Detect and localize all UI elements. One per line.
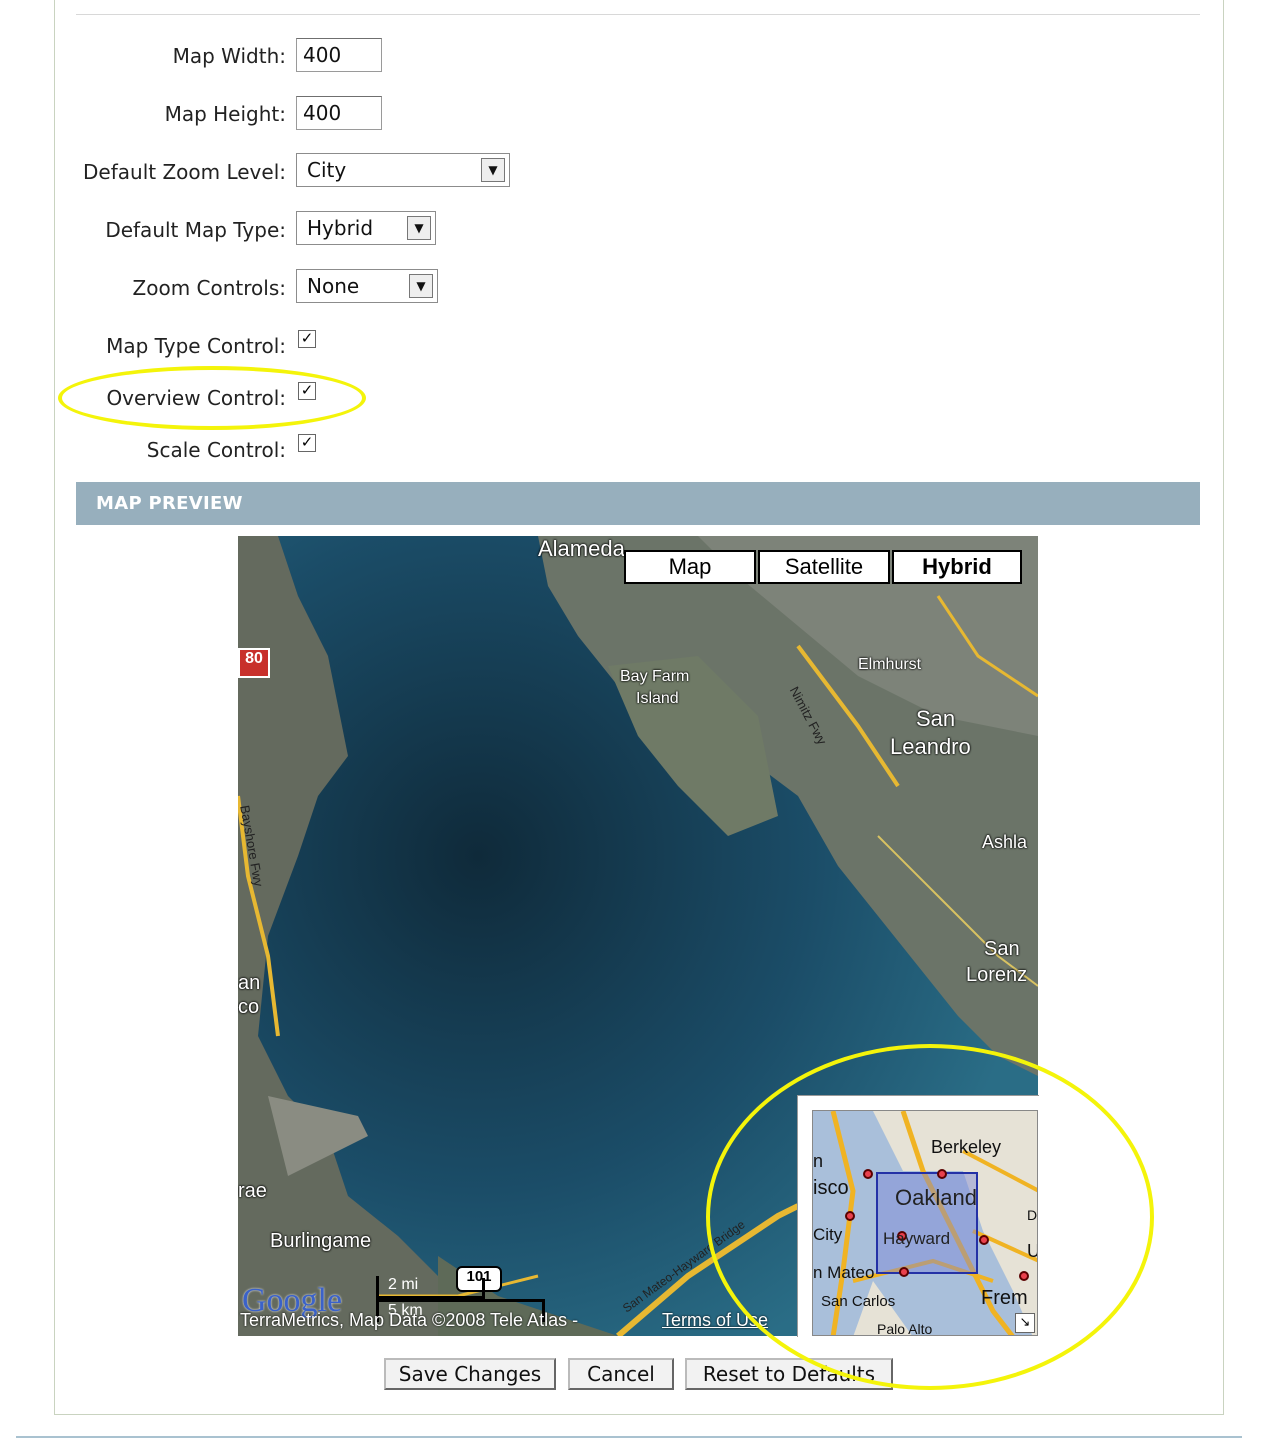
map-label-san-lorenzo-2: Lorenz bbox=[966, 964, 1028, 986]
map-label-ashland: Ashla bbox=[982, 832, 1028, 852]
overview-label-palo-alto: Palo Alto bbox=[877, 1321, 933, 1336]
overview-label-hayward: Hayward bbox=[883, 1229, 951, 1248]
zoom-level-select[interactable]: City ▼ bbox=[296, 153, 510, 187]
chevron-down-icon: ▼ bbox=[481, 158, 505, 182]
map-type-button-hybrid[interactable]: Hybrid bbox=[892, 550, 1022, 584]
overview-toggle-icon[interactable]: ↘ bbox=[1015, 1313, 1035, 1333]
overview-label-isco: isco bbox=[813, 1177, 849, 1199]
city-marker-icon bbox=[863, 1169, 873, 1179]
map-type-button-map[interactable]: Map bbox=[624, 550, 756, 584]
map-height-input[interactable] bbox=[296, 96, 382, 130]
city-marker-icon bbox=[899, 1267, 909, 1277]
overview-control-checkbox[interactable]: ✓ bbox=[298, 382, 316, 400]
reset-to-defaults-button[interactable]: Reset to Defaults bbox=[685, 1358, 893, 1390]
map-preview-header: MAP PREVIEW bbox=[76, 482, 1200, 525]
map-label-san-leandro-1: San bbox=[916, 706, 956, 731]
overview-label-u: U bbox=[1027, 1241, 1037, 1262]
zoom-level-label: Default Zoom Level: bbox=[83, 160, 286, 184]
overview-label-d: D bbox=[1027, 1207, 1038, 1223]
footer-divider bbox=[16, 1436, 1242, 1438]
city-marker-icon bbox=[979, 1235, 989, 1245]
zoom-controls-select[interactable]: None ▼ bbox=[296, 269, 438, 303]
overview-label-oakland: Oakland bbox=[895, 1185, 977, 1210]
city-marker-icon bbox=[937, 1169, 947, 1179]
map-width-input[interactable] bbox=[296, 38, 382, 72]
map-type-control-label: Map Type Control: bbox=[106, 334, 286, 358]
map-label-bay-farm: Bay Farm bbox=[620, 668, 690, 685]
map-type-value: Hybrid bbox=[307, 216, 374, 240]
map-label-an: an bbox=[238, 972, 261, 994]
chevron-down-icon: ▼ bbox=[409, 274, 433, 298]
map-label-san-lorenzo-1: San bbox=[984, 938, 1020, 960]
map-label-san-leandro-2: Leandro bbox=[890, 734, 971, 759]
scale-control-checkbox[interactable]: ✓ bbox=[298, 434, 316, 452]
scale-miles: 2 mi bbox=[388, 1276, 419, 1293]
city-marker-icon bbox=[1019, 1271, 1029, 1281]
interstate-880-shield-icon: 80 bbox=[238, 648, 270, 678]
overview-control-label: Overview Control: bbox=[106, 386, 286, 410]
map-label-rae: rae bbox=[238, 1180, 267, 1202]
map-width-label: Map Width: bbox=[172, 44, 286, 68]
map-type-select[interactable]: Hybrid ▼ bbox=[296, 211, 436, 245]
map-label-island: Island bbox=[636, 690, 679, 707]
zoom-controls-label: Zoom Controls: bbox=[132, 276, 286, 300]
map-label-alameda: Alameda bbox=[538, 536, 625, 561]
overview-map[interactable]: Berkeley Oakland Hayward n isco City n M… bbox=[812, 1110, 1038, 1336]
terms-of-use-link[interactable]: Terms of Use bbox=[662, 1310, 768, 1331]
map-label-elmhurst: Elmhurst bbox=[858, 656, 922, 673]
overview-map-control[interactable]: Berkeley Oakland Hayward n isco City n M… bbox=[797, 1095, 1039, 1337]
section-title: MAP PREVIEW bbox=[96, 493, 243, 514]
overview-label-city: City bbox=[813, 1225, 843, 1244]
overview-label-san-carlos: San Carlos bbox=[821, 1293, 896, 1310]
zoom-level-value: City bbox=[307, 158, 347, 182]
divider bbox=[76, 14, 1200, 15]
map-label-burlingame: Burlingame bbox=[270, 1230, 372, 1252]
cancel-button[interactable]: Cancel bbox=[568, 1358, 674, 1390]
save-changes-button[interactable]: Save Changes bbox=[384, 1358, 556, 1390]
map-type-button-satellite[interactable]: Satellite bbox=[758, 550, 890, 584]
overview-label-n-mateo: n Mateo bbox=[813, 1263, 875, 1282]
zoom-controls-value: None bbox=[307, 274, 360, 298]
overview-label-frem: Frem bbox=[981, 1287, 1028, 1309]
scale-control-label: Scale Control: bbox=[146, 438, 286, 462]
map-type-control-checkbox[interactable]: ✓ bbox=[298, 330, 316, 348]
map-label-co: co bbox=[238, 996, 260, 1018]
overview-label-berkeley: Berkeley bbox=[931, 1137, 1002, 1157]
overview-label-n: n bbox=[813, 1151, 824, 1171]
chevron-down-icon: ▼ bbox=[407, 216, 431, 240]
city-marker-icon bbox=[845, 1211, 855, 1221]
map-height-label: Map Height: bbox=[164, 102, 286, 126]
map-type-label: Default Map Type: bbox=[105, 218, 286, 242]
map-attribution: TerraMetrics, Map Data ©2008 Tele Atlas … bbox=[240, 1310, 579, 1330]
